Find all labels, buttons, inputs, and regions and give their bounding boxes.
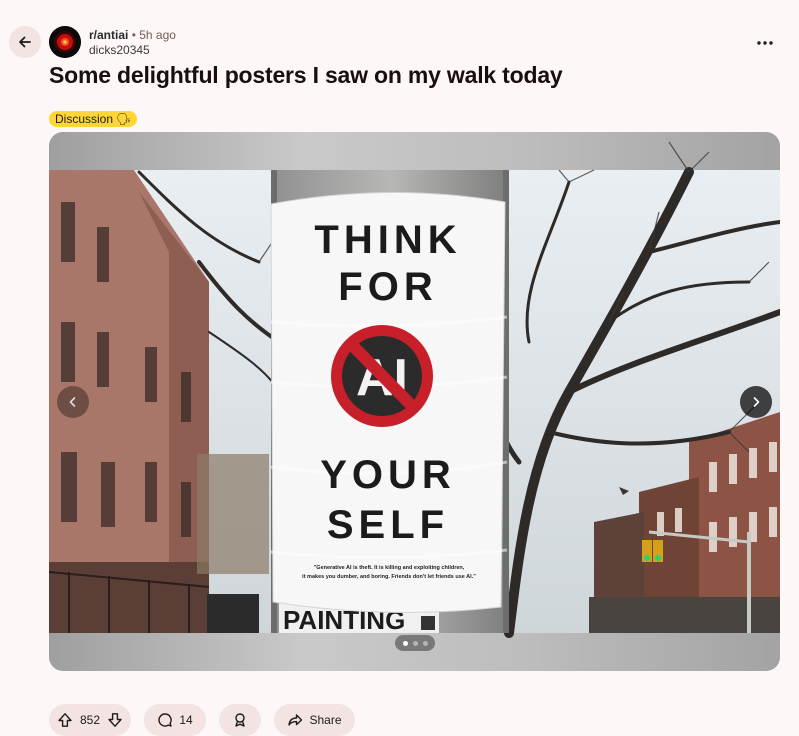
comment-count: 14 bbox=[179, 713, 193, 727]
photo-scene: PAINTING THINK FOR YOUR SELF AI "Gene bbox=[49, 141, 780, 638]
gallery-next-button[interactable] bbox=[740, 386, 772, 418]
award-icon bbox=[235, 713, 245, 727]
pagination-dot[interactable] bbox=[402, 640, 408, 646]
flair-emoji: 🗣 bbox=[116, 112, 132, 126]
poster-line-think: THINK bbox=[314, 218, 461, 262]
comments-button[interactable]: 14 bbox=[144, 704, 206, 736]
more-options-icon bbox=[757, 41, 773, 45]
award-button[interactable] bbox=[219, 704, 261, 736]
poster-fine-print-1: "Generative AI is theft. It is killing a… bbox=[314, 565, 465, 571]
pagination-dot[interactable] bbox=[422, 640, 428, 646]
more-options-button[interactable] bbox=[752, 33, 778, 53]
no-ai-symbol: AI bbox=[331, 325, 433, 427]
post-author[interactable]: dicks20345 bbox=[89, 43, 176, 58]
subreddit-avatar[interactable] bbox=[49, 26, 81, 58]
post-time: 5h ago bbox=[139, 28, 176, 42]
subreddit-avatar-icon bbox=[49, 26, 81, 58]
subreddit-name[interactable]: r/antiai bbox=[89, 28, 128, 42]
post-flair[interactable]: Discussion 🗣 bbox=[49, 111, 138, 127]
pagination-dot[interactable] bbox=[412, 640, 418, 646]
chevron-left-icon bbox=[69, 397, 76, 407]
chevron-right-icon bbox=[753, 397, 760, 407]
post-meta: r/antiai • 5h ago dicks20345 bbox=[89, 28, 176, 58]
poster-line-self: SELF bbox=[327, 503, 449, 547]
vote-count: 852 bbox=[79, 713, 101, 727]
downvote-button[interactable] bbox=[107, 712, 123, 728]
gallery-image: PAINTING THINK FOR YOUR SELF AI "Gene bbox=[49, 132, 780, 671]
poster-fine-print-2: it makes you dumber, and boring. Friends… bbox=[302, 574, 476, 580]
poster-line-your: YOUR bbox=[320, 453, 456, 497]
flair-label: Discussion bbox=[55, 112, 114, 126]
back-arrow-icon bbox=[19, 36, 31, 48]
vote-bar: 852 bbox=[49, 704, 131, 736]
comment-icon bbox=[158, 713, 173, 727]
downvote-icon bbox=[108, 713, 122, 727]
share-icon bbox=[288, 714, 303, 726]
post-title: Some delightful posters I saw on my walk… bbox=[49, 62, 563, 88]
share-label: Share bbox=[309, 713, 342, 727]
upvote-icon bbox=[58, 713, 72, 727]
gallery-pagination bbox=[395, 635, 435, 651]
upvote-button[interactable] bbox=[57, 712, 73, 728]
share-button[interactable]: Share bbox=[274, 704, 355, 736]
meta-separator: • bbox=[131, 28, 136, 42]
image-gallery[interactable]: PAINTING THINK FOR YOUR SELF AI "Gene bbox=[49, 132, 780, 671]
back-button[interactable] bbox=[9, 26, 41, 58]
poster-line-for: FOR bbox=[338, 265, 437, 309]
gallery-prev-button[interactable] bbox=[57, 386, 89, 418]
